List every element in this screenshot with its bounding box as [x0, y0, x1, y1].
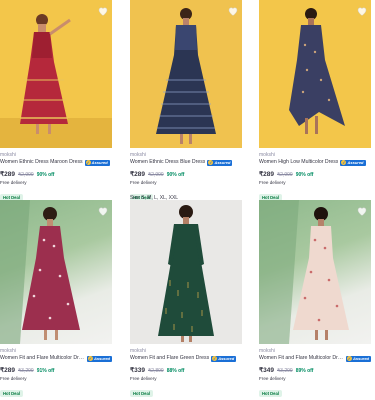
discount: 90% off: [166, 172, 185, 178]
original-price: ₹2,899: [147, 368, 164, 374]
product-title[interactable]: Women Ethnic Dress Maroon Dress: [0, 159, 83, 166]
product-card[interactable]: mokshi Women Ethnic Dress Maroon Dress ✓…: [0, 0, 112, 204]
model-photo: [158, 205, 214, 342]
assured-badge: ✓ Assured: [86, 355, 112, 362]
product-card[interactable]: mokshi Women High Low Multicolor Dress ✓…: [259, 0, 371, 204]
title-row: Women High Low Multicolor Dress ✓ Assured: [259, 159, 371, 166]
check-icon: ✓: [87, 356, 93, 361]
price-row: ₹289 ₹2,999 90% off: [259, 170, 371, 178]
check-icon: ✓: [212, 356, 218, 361]
wishlist-heart-icon[interactable]: [97, 5, 109, 17]
brand-name: mokshi: [0, 152, 16, 158]
product-title[interactable]: Women Fit and Flare Multicolor Dress: [0, 355, 85, 362]
price: ₹289: [0, 367, 15, 374]
model-photo: [259, 200, 349, 344]
product-card[interactable]: mokshi Women Ethnic Dress Blue Dress ✓ As…: [130, 0, 242, 204]
delivery-info: Free delivery: [130, 376, 157, 381]
delivery-info: Free delivery: [259, 376, 286, 381]
title-row: Women Fit and Flare Multicolor Dress ✓ As…: [0, 355, 112, 362]
wishlist-heart-icon[interactable]: [97, 205, 109, 217]
hot-deal-badge: Hot Deal: [259, 390, 282, 397]
check-icon: ✓: [341, 160, 347, 165]
assured-badge: ✓ Assured: [207, 159, 233, 166]
wishlist-heart-icon[interactable]: [227, 5, 239, 17]
price: ₹289: [130, 171, 145, 178]
model-photo: [156, 8, 216, 144]
original-price: ₹3,299: [17, 368, 34, 374]
product-title[interactable]: Women Fit and Flare Multicolor Dress: [259, 355, 344, 362]
delivery-info: Free delivery: [130, 180, 157, 185]
product-image[interactable]: [0, 0, 112, 148]
check-icon: ✓: [85, 160, 91, 165]
product-image[interactable]: [130, 200, 242, 344]
price-row: ₹289 ₹2,999 90% off: [0, 170, 112, 178]
check-icon: ✓: [208, 160, 214, 165]
brand-name: mokshi: [0, 348, 16, 354]
product-card[interactable]: mokshi Women Fit and Flare Multicolor Dr…: [259, 200, 371, 400]
assured-badge: ✓ Assured: [340, 159, 366, 166]
product-card[interactable]: mokshi Women Fit and Flare Green Dress ✓…: [130, 200, 242, 400]
delivery-info: Free delivery: [0, 180, 27, 185]
product-title[interactable]: Women High Low Multicolor Dress: [259, 159, 338, 166]
model-photo: [0, 14, 112, 148]
discount: 89% off: [295, 368, 314, 374]
delivery-info: Free delivery: [0, 376, 27, 381]
discount: 90% off: [36, 172, 55, 178]
price: ₹339: [130, 367, 145, 374]
product-image[interactable]: [130, 0, 242, 148]
brand-name: mokshi: [259, 348, 275, 354]
model-photo: [0, 200, 80, 344]
model-photo: [289, 8, 345, 134]
title-row: Women Ethnic Dress Maroon Dress ✓ Assured: [0, 159, 112, 166]
price-row: ₹349 ₹3,299 89% off: [259, 366, 371, 374]
assured-badge: ✓ Assured: [84, 159, 110, 166]
title-row: Women Ethnic Dress Blue Dress ✓ Assured: [130, 159, 242, 166]
product-grid: mokshi Women Ethnic Dress Maroon Dress ✓…: [0, 0, 375, 400]
hot-deal-badge: Hot Deal: [0, 390, 23, 397]
original-price: ₹2,999: [147, 172, 164, 178]
original-price: ₹3,299: [276, 368, 293, 374]
discount: 91% off: [36, 368, 55, 374]
wishlist-heart-icon[interactable]: [356, 5, 368, 17]
delivery-info: Free delivery: [259, 180, 286, 185]
hot-deal-badge: Hot Deal: [130, 390, 153, 397]
product-title[interactable]: Women Fit and Flare Green Dress: [130, 355, 209, 362]
brand-name: mokshi: [259, 152, 275, 158]
price: ₹289: [259, 171, 274, 178]
title-row: Women Fit and Flare Multicolor Dress ✓ As…: [259, 355, 371, 362]
assured-badge: ✓ Assured: [345, 355, 371, 362]
original-price: ₹2,999: [276, 172, 293, 178]
product-title[interactable]: Women Ethnic Dress Blue Dress: [130, 159, 205, 166]
wishlist-heart-icon[interactable]: [356, 205, 368, 217]
price: ₹349: [259, 367, 274, 374]
price: ₹289: [0, 171, 15, 178]
product-image[interactable]: [259, 200, 371, 344]
discount: 90% off: [295, 172, 314, 178]
title-row: Women Fit and Flare Green Dress ✓ Assured: [130, 355, 242, 362]
product-card[interactable]: mokshi Women Fit and Flare Multicolor Dr…: [0, 200, 112, 400]
product-image[interactable]: [259, 0, 371, 148]
assured-badge: ✓ Assured: [211, 355, 237, 362]
brand-name: mokshi: [130, 152, 146, 158]
price-row: ₹339 ₹2,899 88% off: [130, 366, 242, 374]
price-row: ₹289 ₹3,299 91% off: [0, 366, 112, 374]
original-price: ₹2,999: [17, 172, 34, 178]
product-image[interactable]: [0, 200, 112, 344]
check-icon: ✓: [346, 356, 352, 361]
brand-name: mokshi: [130, 348, 146, 354]
discount: 88% off: [166, 368, 185, 374]
price-row: ₹289 ₹2,999 90% off: [130, 170, 242, 178]
